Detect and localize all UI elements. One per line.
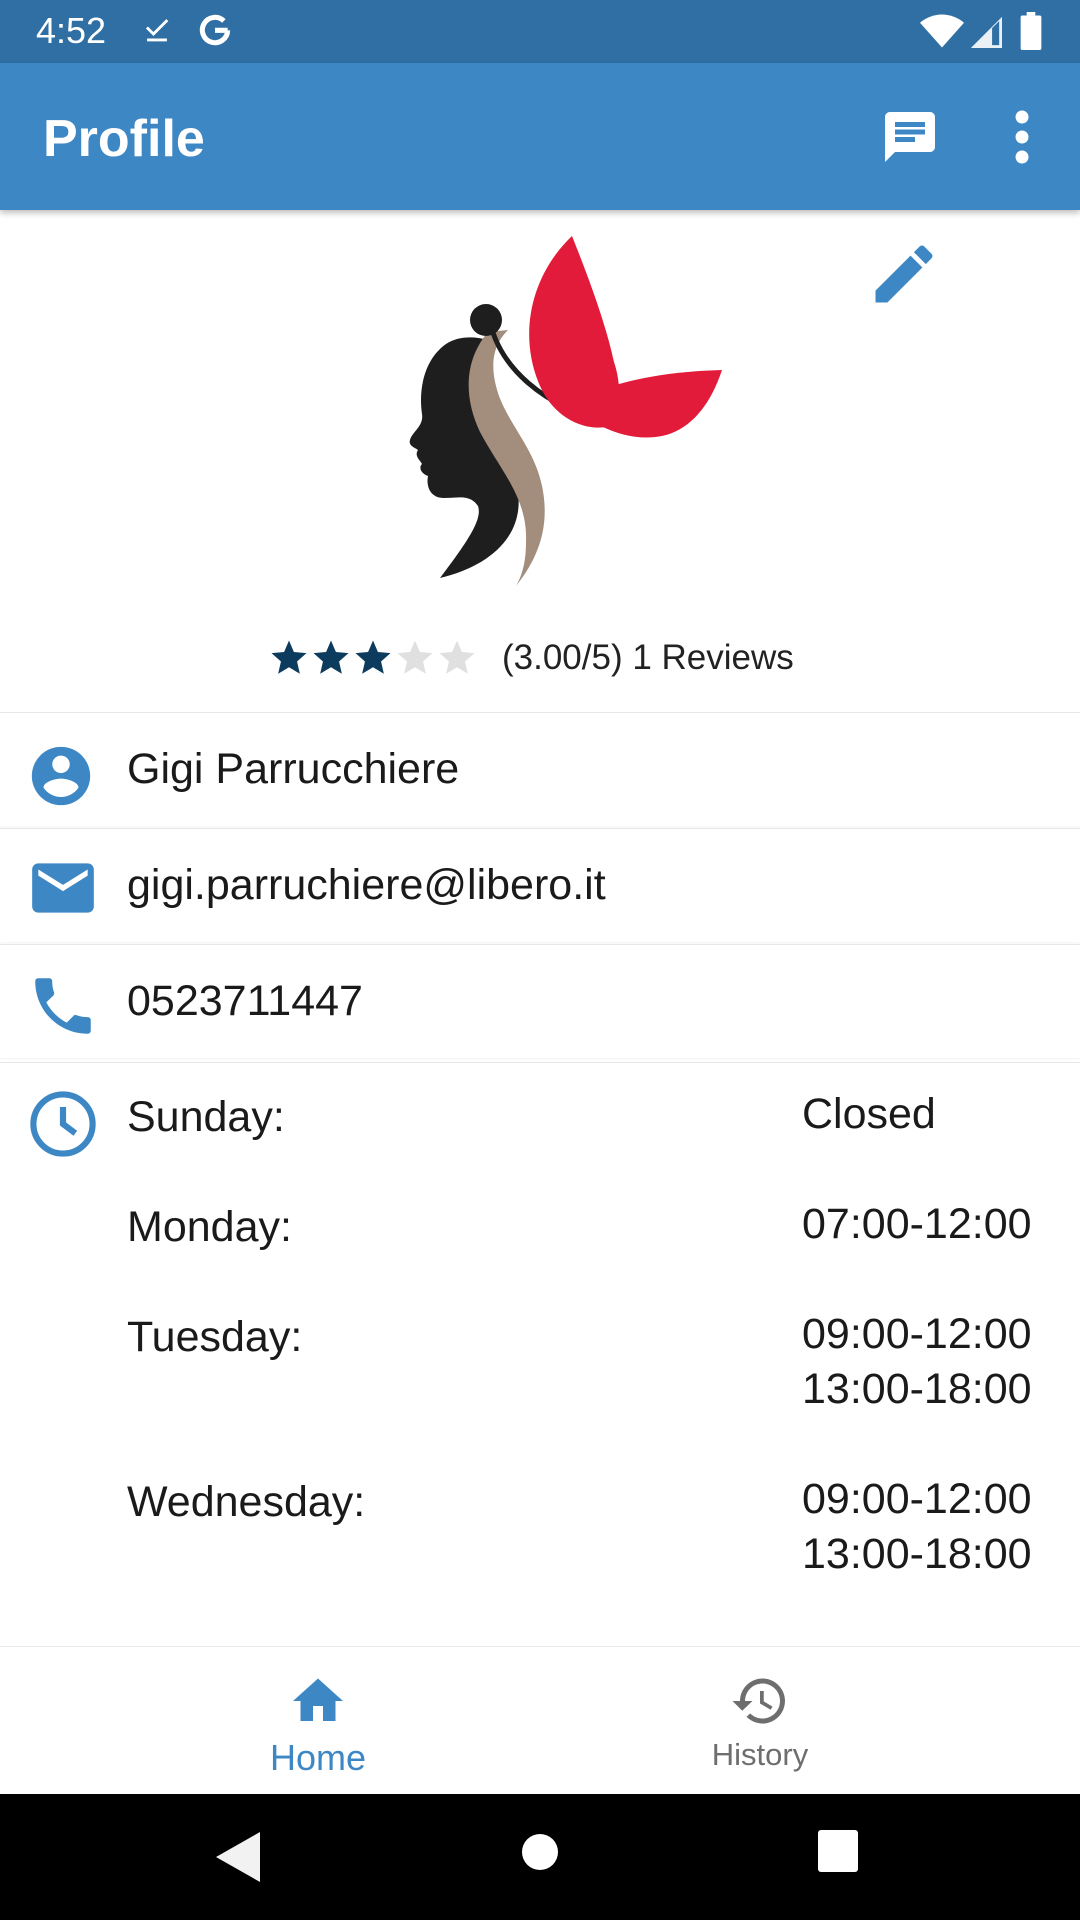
- name-row: Gigi Parrucchiere: [0, 712, 1080, 826]
- woman-butterfly-logo: [409, 236, 722, 586]
- day-tuesday: Tuesday:: [127, 1313, 303, 1361]
- phone-text[interactable]: 0523711447: [127, 977, 363, 1026]
- star-filled-icon: [355, 640, 391, 674]
- page-title: Profile: [43, 110, 205, 168]
- day-sunday: Sunday:: [127, 1093, 285, 1141]
- email-text[interactable]: gigi.parruchiere@libero.it: [127, 861, 606, 910]
- clock-icon: [30, 1091, 96, 1157]
- hours-wednesday-2: 13:00-18:00: [802, 1530, 1032, 1578]
- app-bar: Profile: [0, 63, 1080, 210]
- star-filled-icon: [271, 640, 307, 674]
- nav-history-label: History: [711, 1737, 809, 1772]
- back-icon[interactable]: [216, 1832, 260, 1882]
- status-time: 4:52: [36, 10, 107, 51]
- email-icon: [32, 863, 94, 913]
- hours-tuesday-1: 09:00-12:00: [802, 1310, 1032, 1358]
- day-wednesday: Wednesday:: [127, 1478, 366, 1526]
- bottom-nav: Home History: [0, 1646, 1080, 1794]
- wifi-icon: [920, 14, 964, 48]
- more-vert-icon[interactable]: [1000, 107, 1044, 167]
- rating-text: (3.00/5) 1 Reviews: [502, 638, 794, 677]
- day-monday: Monday:: [127, 1203, 292, 1251]
- star-empty-icon: [439, 640, 475, 674]
- home-circle-icon[interactable]: [520, 1832, 560, 1872]
- hours-sunday: Closed: [802, 1090, 936, 1138]
- opening-hours: Sunday: Closed Monday: 07:00-12:00 Tuesd…: [0, 1062, 1080, 1644]
- system-nav-bar: [0, 1794, 1080, 1920]
- star-empty-icon: [397, 640, 433, 674]
- signal-icon: [970, 16, 1002, 48]
- home-icon: [293, 1678, 343, 1721]
- download-done-icon: [145, 19, 169, 42]
- hours-wednesday-1: 09:00-12:00: [802, 1475, 1032, 1523]
- account-circle-icon: [31, 746, 91, 806]
- history-icon: [732, 1678, 785, 1724]
- nav-history[interactable]: History: [490, 1647, 1030, 1795]
- status-bar: 4:52: [0, 0, 1080, 63]
- rating-row: (3.00/5) 1 Reviews: [268, 630, 794, 686]
- chat-icon[interactable]: [878, 107, 942, 167]
- hours-monday: 07:00-12:00: [802, 1200, 1032, 1248]
- recents-icon[interactable]: [818, 1830, 858, 1872]
- google-icon: [199, 14, 231, 46]
- business-name: Gigi Parrucchiere: [127, 745, 460, 793]
- email-row[interactable]: gigi.parruchiere@libero.it: [0, 828, 1080, 942]
- star-filled-icon: [313, 640, 349, 674]
- edit-icon[interactable]: [866, 236, 942, 312]
- phone-row[interactable]: 0523711447: [0, 944, 1080, 1058]
- phone-icon: [35, 978, 91, 1034]
- battery-icon: [1020, 12, 1042, 50]
- hours-tuesday-2: 13:00-18:00: [802, 1365, 1032, 1413]
